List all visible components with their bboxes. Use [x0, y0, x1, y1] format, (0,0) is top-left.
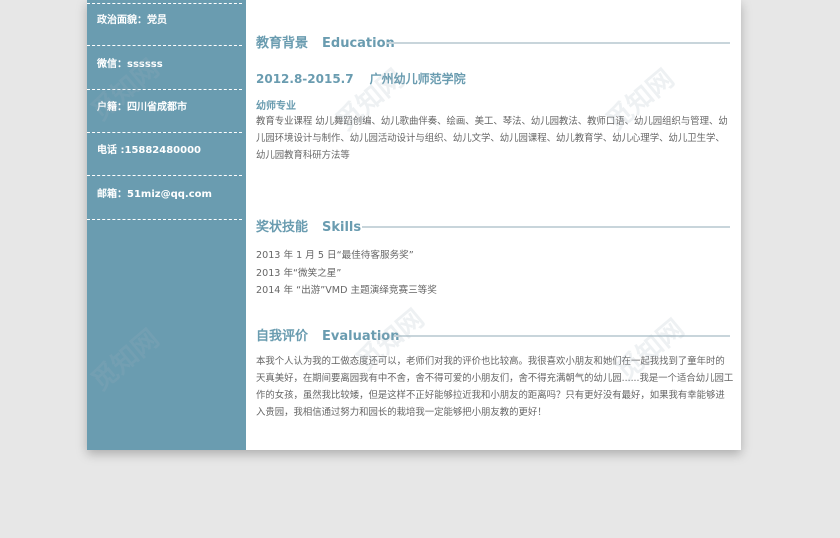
section-rule	[394, 335, 730, 337]
resume-page: 政治面貌：党员 微信：ssssss 户籍：四川省成都市 电话 :15882480…	[87, 0, 741, 450]
evaluation-heading: 自我评价 Evaluation	[256, 328, 399, 346]
education-title-en: Education	[322, 36, 395, 51]
skills-title-en: Skills	[322, 220, 362, 235]
divider	[87, 132, 242, 133]
major-title: 幼师专业	[256, 101, 296, 112]
sidebar: 政治面貌：党员 微信：ssssss 户籍：四川省成都市 电话 :15882480…	[87, 0, 246, 450]
divider	[87, 45, 242, 46]
skills-heading: 奖状技能 Skills	[256, 219, 361, 237]
politics-field: 政治面貌：党员	[97, 15, 167, 26]
school-name: 广州幼儿师范学院	[369, 72, 466, 86]
award-item: 2013 年“微笑之星”	[256, 268, 342, 279]
evaluation-text: 本我个人认为我的工做态度还可以，老师们对我的评价也比较高。我很喜欢小朋友和她们在…	[256, 356, 734, 418]
skills-title-cn: 奖状技能	[256, 220, 309, 235]
evaluation-title-en: Evaluation	[322, 329, 400, 344]
education-title-cn: 教育背景	[256, 36, 309, 51]
wechat-field: 微信：ssssss	[97, 59, 163, 70]
divider	[87, 3, 242, 4]
main-content: 教育背景 Education 2012.8-2015.7 广州幼儿师范学院 幼师专业…	[246, 0, 741, 450]
education-entry: 2012.8-2015.7 广州幼儿师范学院	[256, 70, 466, 87]
award-item: 2014 年 “出游”VMD 主题演绎竞赛三等奖	[256, 285, 437, 296]
divider	[87, 175, 242, 176]
education-period: 2012.8-2015.7	[256, 72, 354, 86]
phone-field: 电话 :15882480000	[97, 145, 202, 156]
email-field: 邮箱：51miz@qq.com	[97, 189, 212, 200]
divider	[87, 219, 242, 220]
hukou-field: 户籍：四川省成都市	[97, 102, 187, 113]
divider	[87, 89, 242, 90]
section-rule	[362, 226, 730, 228]
courses-text: 教育专业课程 幼儿舞蹈创编、幼儿歌曲伴奏、绘画、美工、琴法、幼儿园教法、教师口语…	[256, 116, 728, 161]
evaluation-title-cn: 自我评价	[256, 329, 309, 344]
award-item: 2013 年 1 月 5 日“最佳待客服务奖”	[256, 250, 414, 261]
education-heading: 教育背景 Education	[256, 35, 395, 53]
section-rule	[386, 42, 730, 44]
